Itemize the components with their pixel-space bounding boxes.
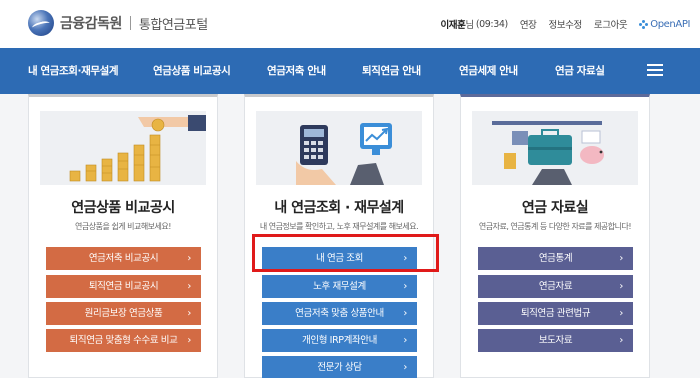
user-name: 이재훈 — [440, 20, 466, 31]
pension-law-button[interactable]: 퇴직연금 관련법규 › — [478, 302, 633, 325]
pension-savings-compare-button[interactable]: 연금저축 비교공시 › — [46, 247, 201, 270]
session-timer: (09:34) — [475, 18, 508, 30]
nav-pension-savings[interactable]: 연금저축 안내 — [267, 48, 326, 94]
button-label: 퇴직연금 비교공시 — [88, 281, 159, 292]
nav-my-pension[interactable]: 내 연금조회·재무설계 — [28, 48, 119, 94]
card-title: 연금상품 비교공시 — [71, 200, 175, 216]
chevron-right-icon: › — [403, 362, 407, 373]
button-label: 보도자료 — [538, 335, 573, 346]
user-suffix: 님 — [465, 20, 474, 31]
chevron-right-icon: › — [187, 335, 191, 346]
irp-account-button[interactable]: 개인형 IRP계좌안내 › — [262, 329, 417, 352]
pension-materials-button[interactable]: 연금자료 › — [478, 275, 633, 298]
chevron-right-icon: › — [403, 281, 407, 292]
press-release-button[interactable]: 보도자료 › — [478, 329, 633, 352]
button-label: 퇴직연금 맞춤형 수수료 비교 — [69, 335, 178, 346]
custom-products-button[interactable]: 연금저축 맞춤 상품안내 › — [262, 302, 417, 325]
site-logo[interactable]: 금융감독원 통합연금포털 — [28, 10, 208, 36]
chevron-right-icon: › — [403, 335, 407, 346]
card-product-compare: 연금상품 비교공시 연금상품을 쉽게 비교해보세요! 연금저축 비교공시 › 퇴직… — [28, 94, 218, 378]
main-nav: 내 연금조회·재무설계 연금상품 비교공시 연금저축 안내 퇴직연금 안내 연금… — [0, 48, 700, 94]
nav-retirement-pension[interactable]: 퇴직연금 안내 — [362, 48, 421, 94]
hamburger-menu-icon[interactable] — [647, 64, 663, 77]
card-subtitle: 연금상품을 쉽게 비교해보세요! — [75, 222, 171, 231]
logout-link[interactable]: 로그아웃 — [594, 17, 628, 31]
chevron-right-icon: › — [619, 335, 623, 346]
retirement-pension-compare-button[interactable]: 퇴직연금 비교공시 › — [46, 275, 201, 298]
card-resources: 연금 자료실 연금자료, 연금통계 등 다양한 자료를 제공합니다! 연금통계 ›… — [460, 94, 650, 378]
chevron-right-icon: › — [187, 253, 191, 264]
nav-resources[interactable]: 연금 자료실 — [555, 48, 605, 94]
button-label: 노후 재무설계 — [313, 281, 366, 292]
extend-session-link[interactable]: 연장 — [520, 17, 537, 31]
pension-statistics-button[interactable]: 연금통계 › — [478, 247, 633, 270]
fee-compare-button[interactable]: 퇴직연금 맞춤형 수수료 비교 › — [46, 329, 201, 352]
button-label: 전문가 상담 — [317, 362, 362, 373]
nav-pension-tax[interactable]: 연금세제 안내 — [459, 48, 518, 94]
openapi-link[interactable]: OpenAPI — [639, 19, 690, 30]
top-header: 금융감독원 통합연금포털 이재훈 님 (09:34) 연장 정보수정 로그아웃 … — [0, 0, 700, 48]
chevron-right-icon: › — [187, 308, 191, 319]
button-label: 퇴직연금 관련법규 — [520, 308, 591, 319]
button-label: 연금저축 맞춤 상품안내 — [295, 308, 384, 319]
button-label: 개인형 IRP계좌안내 — [302, 335, 377, 346]
coins-growth-illustration — [40, 111, 206, 185]
calculator-chart-illustration — [256, 111, 422, 185]
chevron-right-icon: › — [619, 281, 623, 292]
chevron-right-icon: › — [403, 308, 407, 319]
edit-profile-link[interactable]: 정보수정 — [549, 17, 583, 31]
card-title: 연금 자료실 — [521, 200, 589, 216]
card-subtitle: 내 연금정보를 확인하고, 노후 재무설계를 해보세요. — [259, 222, 419, 231]
chevron-right-icon: › — [619, 308, 623, 319]
button-label: 연금자료 — [538, 281, 573, 292]
openapi-label: OpenAPI — [650, 18, 690, 30]
openapi-icon — [639, 19, 649, 29]
portal-name: 통합연금포털 — [138, 17, 208, 33]
chevron-right-icon: › — [187, 281, 191, 292]
card-title: 내 연금조회 · 재무설계 — [274, 200, 404, 216]
retirement-planning-button[interactable]: 노후 재무설계 › — [262, 275, 417, 298]
button-label: 연금통계 — [538, 253, 573, 264]
expert-consult-button[interactable]: 전문가 상담 › — [262, 356, 417, 378]
fss-logo-icon — [28, 10, 54, 36]
guaranteed-products-button[interactable]: 원리금보장 연금상품 › — [46, 302, 201, 325]
button-label: 원리금보장 연금상품 — [84, 308, 163, 319]
logo-divider — [129, 16, 131, 30]
chevron-right-icon: › — [619, 253, 623, 264]
button-label: 연금저축 비교공시 — [88, 253, 159, 264]
nav-product-compare[interactable]: 연금상품 비교공시 — [153, 48, 231, 94]
utility-bar: 이재훈 님 (09:34) 연장 정보수정 로그아웃 OpenAPI — [440, 17, 690, 32]
card-subtitle: 연금자료, 연금통계 등 다양한 자료를 제공합니다! — [478, 222, 632, 231]
highlight-box — [252, 234, 439, 272]
briefcase-piggybank-illustration — [472, 111, 638, 185]
brand-name: 금융감독원 — [60, 16, 122, 32]
